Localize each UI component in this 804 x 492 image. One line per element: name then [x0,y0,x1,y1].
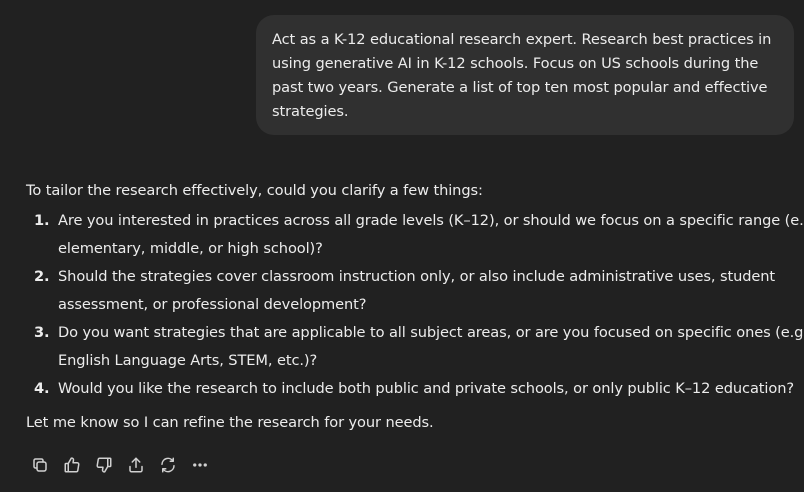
user-message-line: strategies. [272,103,349,120]
user-message-line: Act as a K-12 educational research exper… [272,31,772,48]
message-action-bar [24,452,216,478]
list-item: 1. Are you interested in practices acros… [26,207,804,263]
copy-icon [33,458,47,472]
copy-button[interactable] [24,452,56,478]
share-icon [129,457,143,473]
thumbs-down-button[interactable] [88,452,120,478]
list-item: 2. Should the strategies cover classroom… [26,263,801,319]
list-item-text: elementary, middle, or high school)? [58,240,323,257]
user-message-bubble: Act as a K-12 educational research exper… [256,15,794,135]
more-horizontal-icon [193,463,207,467]
list-item-text: Are you interested in practices across a… [58,212,804,229]
list-item-text: English Language Arts, STEM, etc.)? [58,352,318,369]
list-item-number: 1. [34,212,50,229]
refresh-icon [161,457,175,473]
regenerate-button[interactable] [152,452,184,478]
list-item-text: Would you like the research to include b… [58,380,794,397]
chat-page: Act as a K-12 educational research exper… [0,0,804,492]
list-item-number: 3. [34,324,50,341]
list-item-number: 4. [34,380,50,397]
thumbs-up-button[interactable] [56,452,88,478]
assistant-outro: Let me know so I can refine the research… [26,414,434,431]
user-message-line: using generative AI in K-12 schools. Foc… [272,55,759,72]
more-options-button[interactable] [184,452,216,478]
clarifying-questions-list: 1. Are you interested in practices acros… [26,207,804,403]
assistant-message: To tailor the research effectively, coul… [26,177,804,437]
list-item: 4. Would you like the research to includ… [26,375,801,403]
thumbs-up-icon [64,457,80,473]
list-item-text: assessment, or professional development? [58,296,367,313]
thumbs-down-icon [96,457,112,473]
list-item-text: Should the strategies cover classroom in… [58,268,776,285]
user-message-line: past two years. Generate a list of top t… [272,79,768,96]
list-item-number: 2. [34,268,50,285]
assistant-intro: To tailor the research effectively, coul… [26,182,483,199]
list-item-text: Do you want strategies that are applicab… [58,324,804,341]
list-item: 3. Do you want strategies that are appli… [26,319,804,375]
share-button[interactable] [120,452,152,478]
